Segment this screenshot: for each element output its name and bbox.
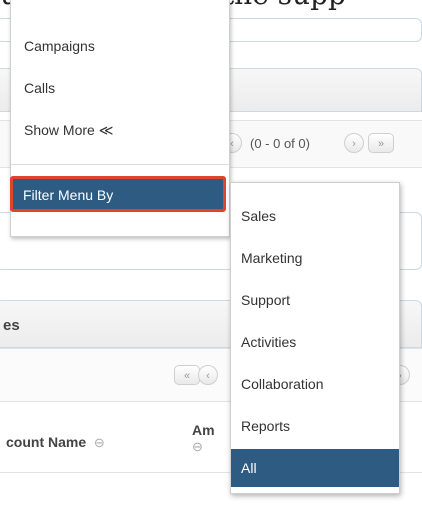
submenu-item-collaboration[interactable]: Collaboration [231,365,399,405]
submenu-item-reports[interactable]: Reports [231,407,399,447]
submenu-item-support[interactable]: Support [231,281,399,321]
menu-item-show-more[interactable]: Show More ≪ [24,122,113,139]
pager-count: (0 - 0 of 0) [250,136,310,151]
submenu-item-sales[interactable]: Sales [231,197,399,237]
column-label: count Name [6,434,87,450]
filter-menu-label: Filter Menu By [23,187,114,203]
submenu-label: Sales [241,208,277,224]
column-label-2: Am [192,422,215,438]
filter-menu-by-item[interactable]: Filter Menu By [10,176,226,212]
filter-submenu: Sales Marketing Support Activities Colla… [230,182,400,494]
module-menu: Campaigns Calls Show More ≪ Filter Menu … [10,0,230,237]
first-page-icon[interactable]: « [174,365,200,385]
submenu-item-activities[interactable]: Activities [231,323,399,363]
panel-title: es [3,317,20,334]
column-header-amount[interactable]: Am ⊖ [192,422,215,455]
last-page-icon[interactable]: » [368,133,394,153]
prev-page-icon-2[interactable]: ‹ [198,365,218,385]
submenu-item-all[interactable]: All [231,449,399,487]
submenu-label: Marketing [241,250,303,266]
next-page-icon[interactable]: › [344,133,364,153]
menu-item-campaigns[interactable]: Campaigns [24,38,95,54]
submenu-label: Reports [241,418,291,434]
submenu-label: Collaboration [241,376,324,392]
submenu-label: Support [241,292,291,308]
submenu-label: All [241,460,257,476]
menu-item-calls[interactable]: Calls [24,80,55,96]
submenu-label: Activities [241,334,297,350]
menu-divider [11,164,229,165]
submenu-item-marketing[interactable]: Marketing [231,239,399,279]
sort-icon[interactable]: ⊖ [94,435,105,450]
sort-icon-2[interactable]: ⊖ [192,439,203,454]
column-header-account-name[interactable]: count Name ⊖ [6,434,105,451]
